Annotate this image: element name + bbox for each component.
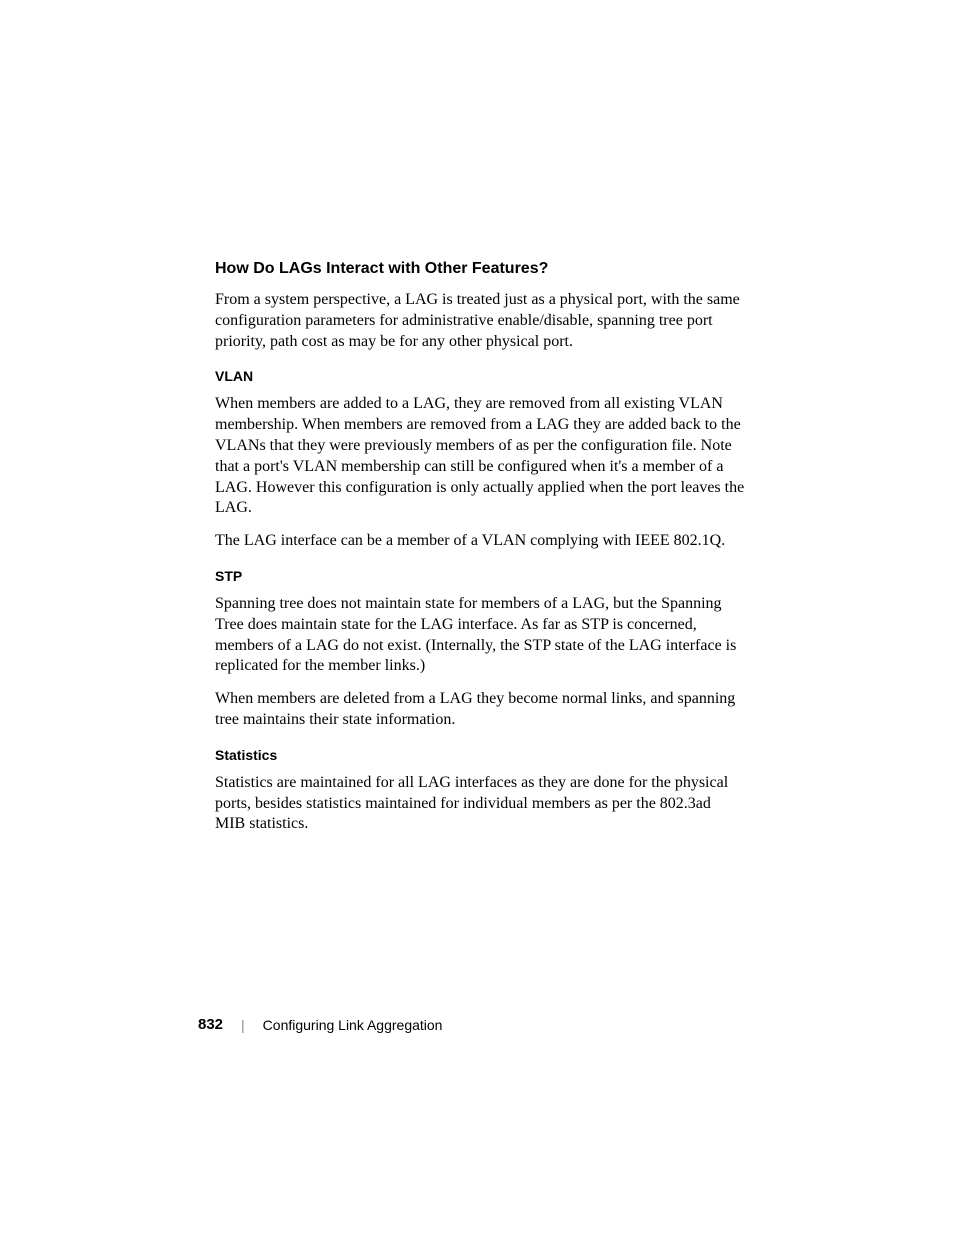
page-number: 832 bbox=[198, 1016, 223, 1033]
main-heading: How Do LAGs Interact with Other Features… bbox=[215, 260, 745, 278]
statistics-heading: Statistics bbox=[215, 747, 745, 763]
page-content: How Do LAGs Interact with Other Features… bbox=[215, 260, 745, 847]
intro-paragraph: From a system perspective, a LAG is trea… bbox=[215, 290, 745, 352]
page-footer: 832 | Configuring Link Aggregation bbox=[198, 1016, 442, 1033]
statistics-paragraph-1: Statistics are maintained for all LAG in… bbox=[215, 773, 745, 835]
stp-paragraph-1: Spanning tree does not maintain state fo… bbox=[215, 594, 745, 677]
stp-heading: STP bbox=[215, 568, 745, 584]
vlan-paragraph-1: When members are added to a LAG, they ar… bbox=[215, 394, 745, 519]
footer-divider: | bbox=[241, 1017, 245, 1033]
vlan-heading: VLAN bbox=[215, 368, 745, 384]
footer-chapter-title: Configuring Link Aggregation bbox=[263, 1017, 443, 1033]
stp-paragraph-2: When members are deleted from a LAG they… bbox=[215, 689, 745, 731]
vlan-paragraph-2: The LAG interface can be a member of a V… bbox=[215, 531, 745, 552]
